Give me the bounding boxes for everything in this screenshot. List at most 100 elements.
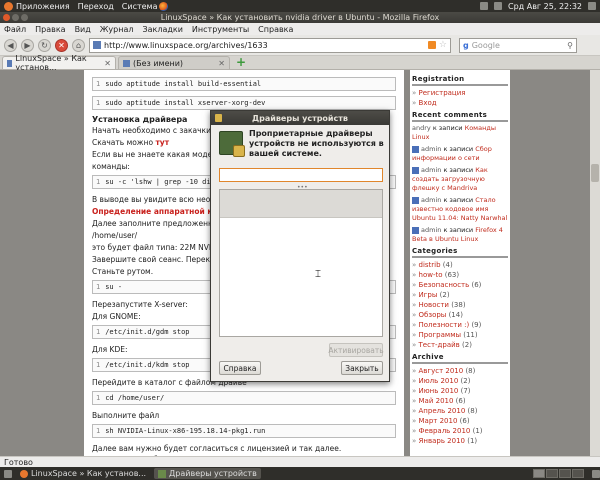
workspace-1[interactable]: [533, 469, 545, 478]
comment-item: admin к записи Firefox 4 Beta в Ubuntu L…: [412, 226, 508, 244]
workspace-switcher[interactable]: [533, 469, 584, 478]
workspace-3[interactable]: [559, 469, 571, 478]
network-icon[interactable]: [480, 2, 488, 10]
archive-month: Июль 2010: [418, 377, 459, 385]
categories-heading: Categories: [412, 247, 508, 258]
menu-edit[interactable]: Правка: [35, 25, 65, 34]
archive-count: (1): [467, 437, 478, 445]
search-icon[interactable]: ⚲: [567, 41, 573, 50]
archive-heading: Archive: [412, 353, 508, 364]
archive-link[interactable]: Февраль 2010 (1): [412, 426, 508, 436]
tab-linuxspace[interactable]: LinuxSpace » Как установ... ✕: [2, 54, 116, 72]
tab-close-icon[interactable]: ✕: [218, 59, 225, 68]
category-count: (4): [442, 261, 453, 269]
archive-link[interactable]: Май 2010 (6): [412, 396, 508, 406]
trash-icon[interactable]: [592, 469, 600, 478]
places-menu[interactable]: Переход: [78, 2, 114, 11]
rss-feed-icon[interactable]: [427, 41, 436, 49]
show-desktop-icon[interactable]: [4, 469, 12, 478]
menu-history[interactable]: Журнал: [100, 25, 134, 34]
menu-tools[interactable]: Инструменты: [192, 25, 249, 34]
workspace-4[interactable]: [572, 469, 584, 478]
category-link[interactable]: Полезности :) (9): [412, 320, 508, 330]
tab-label: (Без имени): [133, 58, 184, 68]
archive-count: (6): [455, 397, 466, 405]
archive-link[interactable]: Апрель 2010 (8): [412, 406, 508, 416]
search-bar[interactable]: g Google ⚲: [459, 37, 577, 53]
back-button[interactable]: ◀: [4, 38, 17, 52]
window-title: LinuxSpace » Как установить nvidia drive…: [160, 13, 440, 22]
category-link[interactable]: Обзоры (14): [412, 310, 508, 320]
comment-author: andry: [412, 124, 431, 132]
stop-button[interactable]: ✕: [55, 38, 68, 52]
avatar-icon: [412, 166, 419, 174]
category-count: (6): [471, 281, 482, 289]
system-menu[interactable]: Система: [122, 1, 169, 11]
bookmark-star-icon[interactable]: ☆: [439, 40, 447, 50]
window-close-button[interactable]: [3, 14, 10, 21]
power-icon[interactable]: [588, 2, 596, 10]
archive-count: (8): [467, 407, 478, 415]
archive-count: (1): [472, 427, 483, 435]
reload-button[interactable]: ↻: [38, 38, 51, 52]
driver-list[interactable]: [219, 189, 383, 337]
window-minimize-button[interactable]: [12, 14, 19, 21]
google-engine-icon[interactable]: g: [463, 41, 469, 50]
new-tab-button[interactable]: +: [236, 55, 246, 69]
close-button[interactable]: Закрыть: [341, 361, 383, 375]
taskbar-firefox[interactable]: LinuxSpace » Как установ...: [16, 468, 150, 479]
page-scrollbar[interactable]: [590, 70, 600, 456]
archive-link[interactable]: Август 2010 (8): [412, 366, 508, 376]
workspace-2[interactable]: [546, 469, 558, 478]
tab-close-icon[interactable]: ✕: [104, 59, 111, 68]
volume-icon[interactable]: [494, 2, 502, 10]
taskbar-label: Драйверы устройств: [169, 469, 257, 478]
device-drivers-dialog: Драйверы устройств Проприетарные драйвер…: [210, 110, 390, 382]
comment-prefix: к записи: [441, 145, 476, 153]
category-link[interactable]: Тест-драйв (2): [412, 340, 508, 350]
taskbar-drivers[interactable]: Драйверы устройств: [154, 468, 261, 479]
archive-link[interactable]: Июль 2010 (2): [412, 376, 508, 386]
clock[interactable]: Срд Авг 25, 22:32: [508, 2, 582, 11]
category-link[interactable]: Программы (11): [412, 330, 508, 340]
help-button[interactable]: Справка: [219, 361, 261, 375]
category-link[interactable]: Безопасность (6): [412, 280, 508, 290]
menu-help[interactable]: Справка: [258, 25, 293, 34]
category-link[interactable]: Новости (38): [412, 300, 508, 310]
archive-month: Апрель 2010: [418, 407, 466, 415]
download-link[interactable]: тут: [155, 138, 169, 147]
archive-link[interactable]: Январь 2010 (1): [412, 436, 508, 446]
forward-arrow-icon: ▶: [24, 40, 31, 50]
dialog-title: Драйверы устройств: [252, 113, 348, 123]
menu-file[interactable]: Файл: [4, 25, 26, 34]
tab-untitled[interactable]: (Без имени) ✕: [118, 56, 230, 69]
archive-month: Май 2010: [418, 397, 454, 405]
archive-link[interactable]: Июнь 2010 (7): [412, 386, 508, 396]
applications-menu[interactable]: Приложения: [4, 1, 70, 11]
sidebar: Registration Регистрация Вход Recent com…: [410, 70, 510, 456]
home-button[interactable]: ⌂: [72, 38, 85, 52]
driver-filter-field[interactable]: [219, 168, 383, 182]
scrollbar-thumb[interactable]: [591, 164, 599, 182]
forward-button[interactable]: ▶: [21, 38, 34, 52]
firefox-launcher-icon[interactable]: [159, 1, 169, 11]
paragraph: Далее вам нужно будет согласиться с лице…: [92, 444, 390, 456]
category-link[interactable]: how-to (63): [412, 270, 508, 280]
category-name: Игры: [418, 291, 438, 299]
activate-button[interactable]: Активировать: [328, 343, 384, 357]
mouse-cursor-icon: ⌶: [315, 269, 321, 280]
navigation-toolbar: ◀ ▶ ↻ ✕ ⌂ http://www.linuxspace.org/arch…: [0, 35, 600, 56]
window-maximize-button[interactable]: [21, 14, 28, 21]
code-line: sudo aptitude install xserver-xorg-dev: [105, 99, 266, 107]
category-count: (2): [439, 291, 450, 299]
category-link[interactable]: distrib (4): [412, 260, 508, 270]
menu-view[interactable]: Вид: [75, 25, 91, 34]
login-link[interactable]: Вход: [412, 98, 508, 108]
archive-link[interactable]: Март 2010 (6): [412, 416, 508, 426]
avatar-icon: [412, 145, 419, 153]
url-bar[interactable]: http://www.linuxspace.org/archives/1633 …: [89, 37, 451, 53]
category-link[interactable]: Игры (2): [412, 290, 508, 300]
reload-icon: ↻: [41, 40, 48, 50]
register-link[interactable]: Регистрация: [412, 88, 508, 98]
menu-bookmarks[interactable]: Закладки: [142, 25, 182, 34]
